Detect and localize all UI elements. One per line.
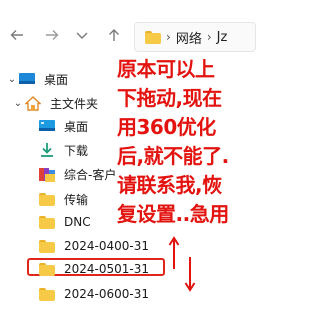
tree-item-label: 桌面 <box>44 72 69 87</box>
annotation-line: 请联系我,恢 <box>117 173 222 197</box>
recent-locations-button[interactable] <box>71 24 93 46</box>
forward-button[interactable] <box>41 24 63 46</box>
tree-item-label: 传输 <box>64 192 89 207</box>
tree-item-label: 下载 <box>64 143 89 158</box>
tree-item-label: DNC <box>64 215 91 229</box>
annotation-line: 下拖动,现在 <box>117 86 222 110</box>
desktop-icon <box>38 118 56 134</box>
folder-icon <box>38 191 56 207</box>
annotation-text: 原本可以上 下拖动,现在 用360优化 后,就不能了. 请联系我,恢 复设置..… <box>117 55 247 229</box>
annotation-line: 复设置..急用 <box>117 202 229 226</box>
desktop-icon <box>18 71 36 87</box>
tree-item-desktop[interactable]: 桌面 <box>38 113 88 139</box>
folder-icon <box>38 286 56 302</box>
folder-icon <box>38 214 56 230</box>
address-bar[interactable]: › 网络 › Jz <box>134 22 256 52</box>
tree-item-label: 桌面 <box>64 119 89 134</box>
chevron-down-icon[interactable]: ⌄ <box>6 74 18 85</box>
library-folder-icon <box>38 166 56 182</box>
annotation-line: 原本可以上 <box>117 57 215 81</box>
tree-item-label: 2024-0501-31 <box>64 262 150 276</box>
tree-item-desktop-root[interactable]: ⌄ 桌面 <box>6 66 68 92</box>
folder-icon <box>38 261 56 277</box>
arrow-up-icon <box>109 29 119 41</box>
tree-item-label: 2024-0400-31 <box>64 239 150 253</box>
home-icon <box>24 95 42 111</box>
annotation-line: 用360优化 <box>117 115 216 139</box>
tree-item-label: 2024-0600-31 <box>64 287 150 301</box>
chevron-down-icon[interactable]: ⌄ <box>12 98 24 109</box>
chevron-right-icon: › <box>166 30 171 44</box>
folder-icon <box>145 30 161 44</box>
address-segment[interactable]: 网络 <box>176 28 202 47</box>
annotation-up-arrow-icon <box>168 236 180 269</box>
annotation-line: 后,就不能了. <box>117 144 229 168</box>
up-button[interactable] <box>103 24 125 46</box>
tree-item-folder-2024-05[interactable]: 2024-0501-31 <box>38 256 149 282</box>
tree-item-dnc[interactable]: DNC <box>38 209 91 235</box>
tree-item-combined-customers[interactable]: 综合-客户 <box>38 161 116 187</box>
arrow-left-icon <box>10 30 23 40</box>
chevron-down-icon <box>76 32 88 39</box>
folder-icon <box>38 238 56 254</box>
back-button[interactable] <box>6 24 28 46</box>
arrow-right-icon <box>46 30 59 40</box>
address-segment[interactable]: Jz <box>217 30 228 45</box>
tree-item-folder-2024-06[interactable]: 2024-0600-31 <box>38 281 149 307</box>
annotation-down-arrow-icon <box>184 257 196 292</box>
tree-item-label: 主文件夹 <box>50 96 99 111</box>
tree-item-label: 综合-客户 <box>64 167 117 182</box>
chevron-right-icon: › <box>206 30 212 44</box>
tree-item-downloads[interactable]: 下载 <box>38 137 88 163</box>
download-icon <box>38 142 56 158</box>
